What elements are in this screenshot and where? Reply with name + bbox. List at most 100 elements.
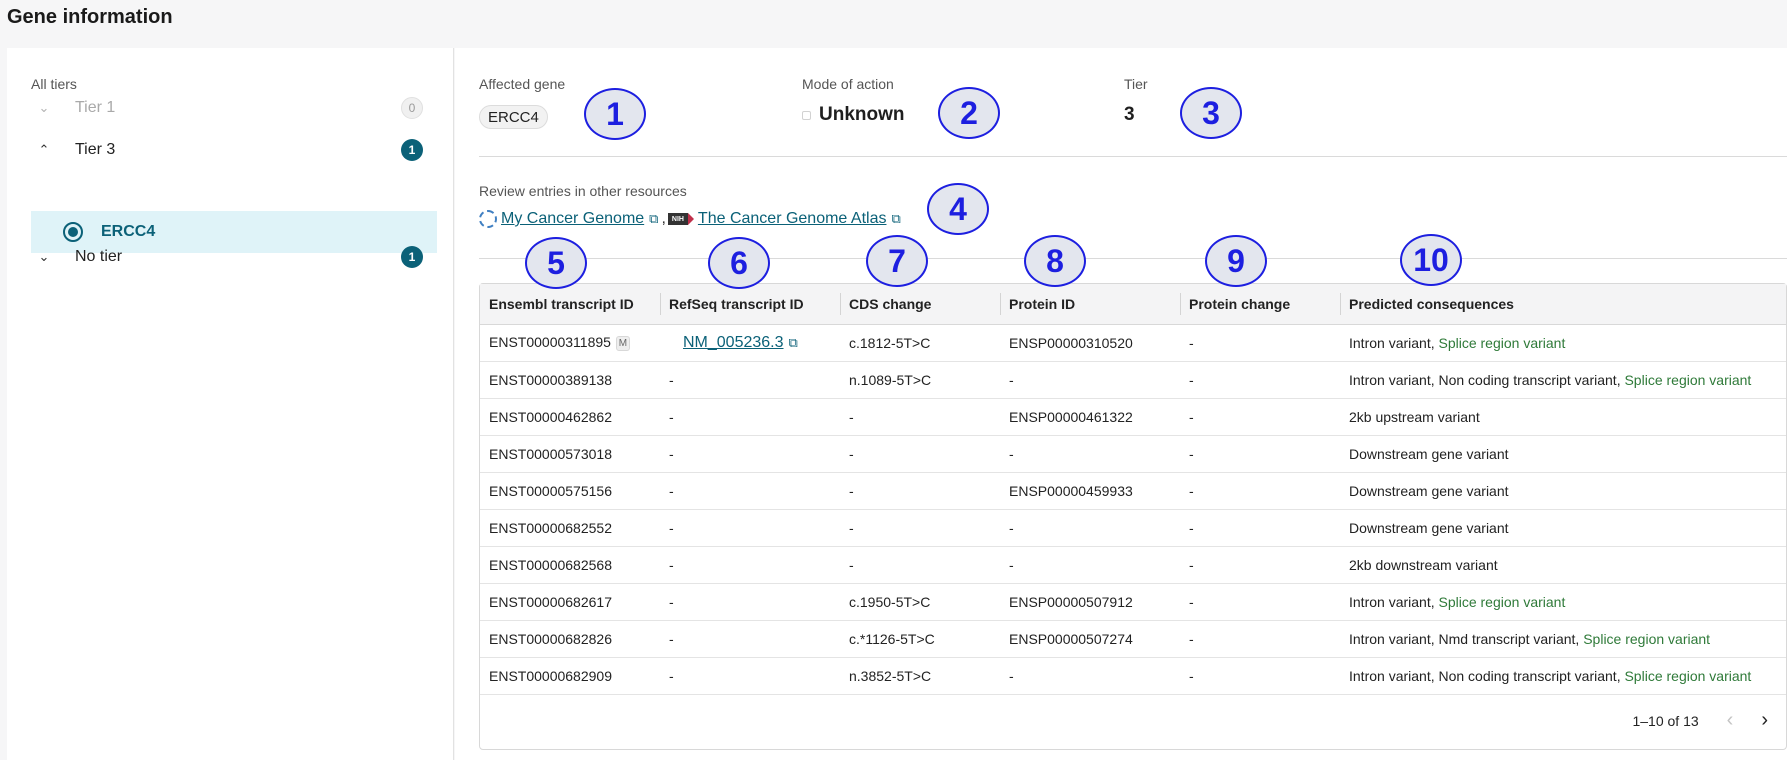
table-row: ENST00000682552 - - - - Downstream gene … — [480, 509, 1786, 546]
annotation-marker-5: 5 — [525, 237, 587, 289]
ensembl-cell: ENST00000682568 — [489, 556, 612, 573]
protein-change-cell: - — [1189, 334, 1194, 351]
consequence-text: Intron variant, — [1349, 593, 1439, 610]
protein-change-cell: - — [1189, 482, 1194, 499]
refseq-cell: - — [669, 667, 674, 684]
ensembl-cell: ENST00000311895 M — [480, 324, 660, 361]
resources-separator: , — [661, 210, 666, 227]
table-row: ENST00000389138 - n.1089-5T>C - - Intron… — [480, 361, 1786, 398]
table-row: ENST00000682617 - c.1950-5T>C ENSP000005… — [480, 583, 1786, 620]
annotation-marker-6: 6 — [708, 237, 770, 289]
refseq-cell: - — [669, 445, 674, 462]
cds-cell: c.*1126-5T>C — [849, 630, 935, 647]
protein-id-cell: - — [1009, 556, 1014, 573]
nih-logo-icon: NIH — [667, 213, 694, 225]
protein-id-cell: - — [1009, 445, 1014, 462]
mode-of-action-label: Mode of action — [802, 76, 894, 92]
pagination-range: 1–10 of 13 — [1632, 712, 1699, 729]
splice-consequence-text: Splice region variant — [1624, 371, 1752, 388]
splice-consequence-text: Splice region variant — [1438, 593, 1566, 610]
ensembl-id: ENST00000311895 — [489, 334, 611, 351]
tier-1-label: Tier 1 — [75, 99, 116, 116]
refseq-cell: - — [669, 482, 674, 499]
resources-links: My Cancer Genome ⧉ , NIH The Cancer Geno… — [479, 210, 901, 228]
my-cancer-genome-link[interactable]: My Cancer Genome — [501, 210, 644, 228]
annotation-marker-10: 10 — [1400, 234, 1462, 286]
chevron-left-icon[interactable]: ‹ — [1727, 709, 1734, 732]
external-link-icon: ⧉ — [788, 334, 798, 350]
column-header-protein-id[interactable]: Protein ID — [1000, 284, 1180, 325]
pagination: 1–10 of 13 ‹ › — [480, 692, 1786, 749]
protein-change-cell: - — [1189, 519, 1194, 536]
tier-navigation-panel: All tiers ⌄ Tier 1 0 ⌃ Tier 3 1 ERCC4 ⌄ … — [7, 48, 454, 760]
consequence-text: Intron variant, Non coding transcript va… — [1349, 667, 1625, 684]
protein-id-cell: ENSP00000459933 — [1009, 482, 1133, 499]
radio-selected-dot — [68, 227, 78, 237]
protein-id-cell: ENSP00000310520 — [1009, 334, 1133, 351]
protein-change-cell: - — [1189, 408, 1194, 425]
chevron-down-icon: ⌄ — [38, 100, 50, 115]
no-tier-row[interactable]: ⌄ No tier 1 — [31, 237, 423, 277]
chevron-down-icon: ⌄ — [38, 249, 50, 264]
mode-of-action-indicator-icon — [802, 110, 811, 120]
tier-1-row[interactable]: ⌄ Tier 1 0 — [31, 88, 423, 128]
protein-id-cell: ENSP00000507274 — [1009, 630, 1133, 647]
mane-badge: M — [615, 335, 630, 351]
tier-1-count-badge: 0 — [401, 97, 423, 119]
consequence-text: Intron variant, Nmd transcript variant, — [1349, 630, 1584, 647]
ensembl-cell: ENST00000682552 — [489, 519, 612, 536]
external-link-icon: ⧉ — [891, 211, 901, 226]
refseq-link[interactable]: NM_005236.3 — [683, 334, 784, 351]
consequence-cell: Intron variant, Non coding transcript va… — [1340, 657, 1786, 694]
refseq-cell: - — [669, 408, 674, 425]
protein-change-cell: - — [1189, 667, 1194, 684]
consequence-cell: Downstream gene variant — [1349, 445, 1509, 462]
cds-cell: - — [849, 408, 854, 425]
column-header-protein-change[interactable]: Protein change — [1180, 284, 1340, 325]
cds-cell: - — [849, 519, 854, 536]
gene-detail-panel: Affected gene ERCC4 Mode of action Unkno… — [455, 48, 1787, 760]
table-row: ENST00000573018 - - - - Downstream gene … — [480, 435, 1786, 472]
tier-field-label: Tier — [1124, 76, 1148, 92]
consequence-text: Intron variant, Non coding transcript va… — [1349, 371, 1625, 388]
splice-consequence-text: Splice region variant — [1624, 667, 1752, 684]
table-header-row: Ensembl transcript ID RefSeq transcript … — [480, 284, 1786, 325]
cancer-genome-atlas-link[interactable]: The Cancer Genome Atlas — [698, 210, 887, 228]
refseq-cell: - — [669, 630, 674, 647]
column-header-predicted-consequences[interactable]: Predicted consequences — [1340, 284, 1786, 325]
cds-cell: n.1089-5T>C — [849, 371, 932, 388]
table-row: ENST00000682826 - c.*1126-5T>C ENSP00000… — [480, 620, 1786, 657]
column-header-cds-change[interactable]: CDS change — [840, 284, 1000, 325]
table-row: ENST00000682568 - - - - 2kb downstream v… — [480, 546, 1786, 583]
protein-change-cell: - — [1189, 593, 1194, 610]
splice-consequence-text: Splice region variant — [1438, 334, 1566, 351]
consequence-cell: Downstream gene variant — [1349, 519, 1509, 536]
annotation-marker-4: 4 — [927, 183, 989, 235]
cds-cell: c.1812-5T>C — [849, 334, 931, 351]
refseq-cell: NM_005236.3 ⧉ — [660, 324, 840, 361]
column-header-ensembl[interactable]: Ensembl transcript ID — [480, 284, 660, 325]
column-header-refseq[interactable]: RefSeq transcript ID — [660, 284, 840, 325]
consequence-cell: 2kb upstream variant — [1349, 408, 1480, 425]
table-row: ENST00000575156 - - ENSP00000459933 - Do… — [480, 472, 1786, 509]
cds-cell: n.3852-5T>C — [849, 667, 932, 684]
protein-change-cell: - — [1189, 371, 1194, 388]
annotation-marker-2: 2 — [938, 87, 1000, 139]
annotation-marker-8: 8 — [1024, 235, 1086, 287]
refseq-cell: - — [669, 371, 674, 388]
tier-3-row[interactable]: ⌃ Tier 3 1 — [31, 130, 423, 170]
resources-divider — [479, 258, 1787, 259]
mode-of-action-value: Unknown — [802, 104, 905, 126]
cds-cell: - — [849, 482, 854, 499]
tier-3-label: Tier 3 — [75, 141, 116, 158]
protein-id-cell: - — [1009, 667, 1014, 684]
affected-gene-label: Affected gene — [479, 76, 566, 92]
protein-id-cell: ENSP00000461322 — [1009, 408, 1133, 425]
annotation-marker-3: 3 — [1180, 87, 1242, 139]
ensembl-cell: ENST00000573018 — [489, 445, 612, 462]
protein-id-cell: - — [1009, 519, 1014, 536]
cds-cell: - — [849, 445, 854, 462]
chevron-right-icon[interactable]: › — [1761, 709, 1768, 732]
no-tier-count-badge: 1 — [401, 246, 423, 268]
cds-cell: c.1950-5T>C — [849, 593, 931, 610]
